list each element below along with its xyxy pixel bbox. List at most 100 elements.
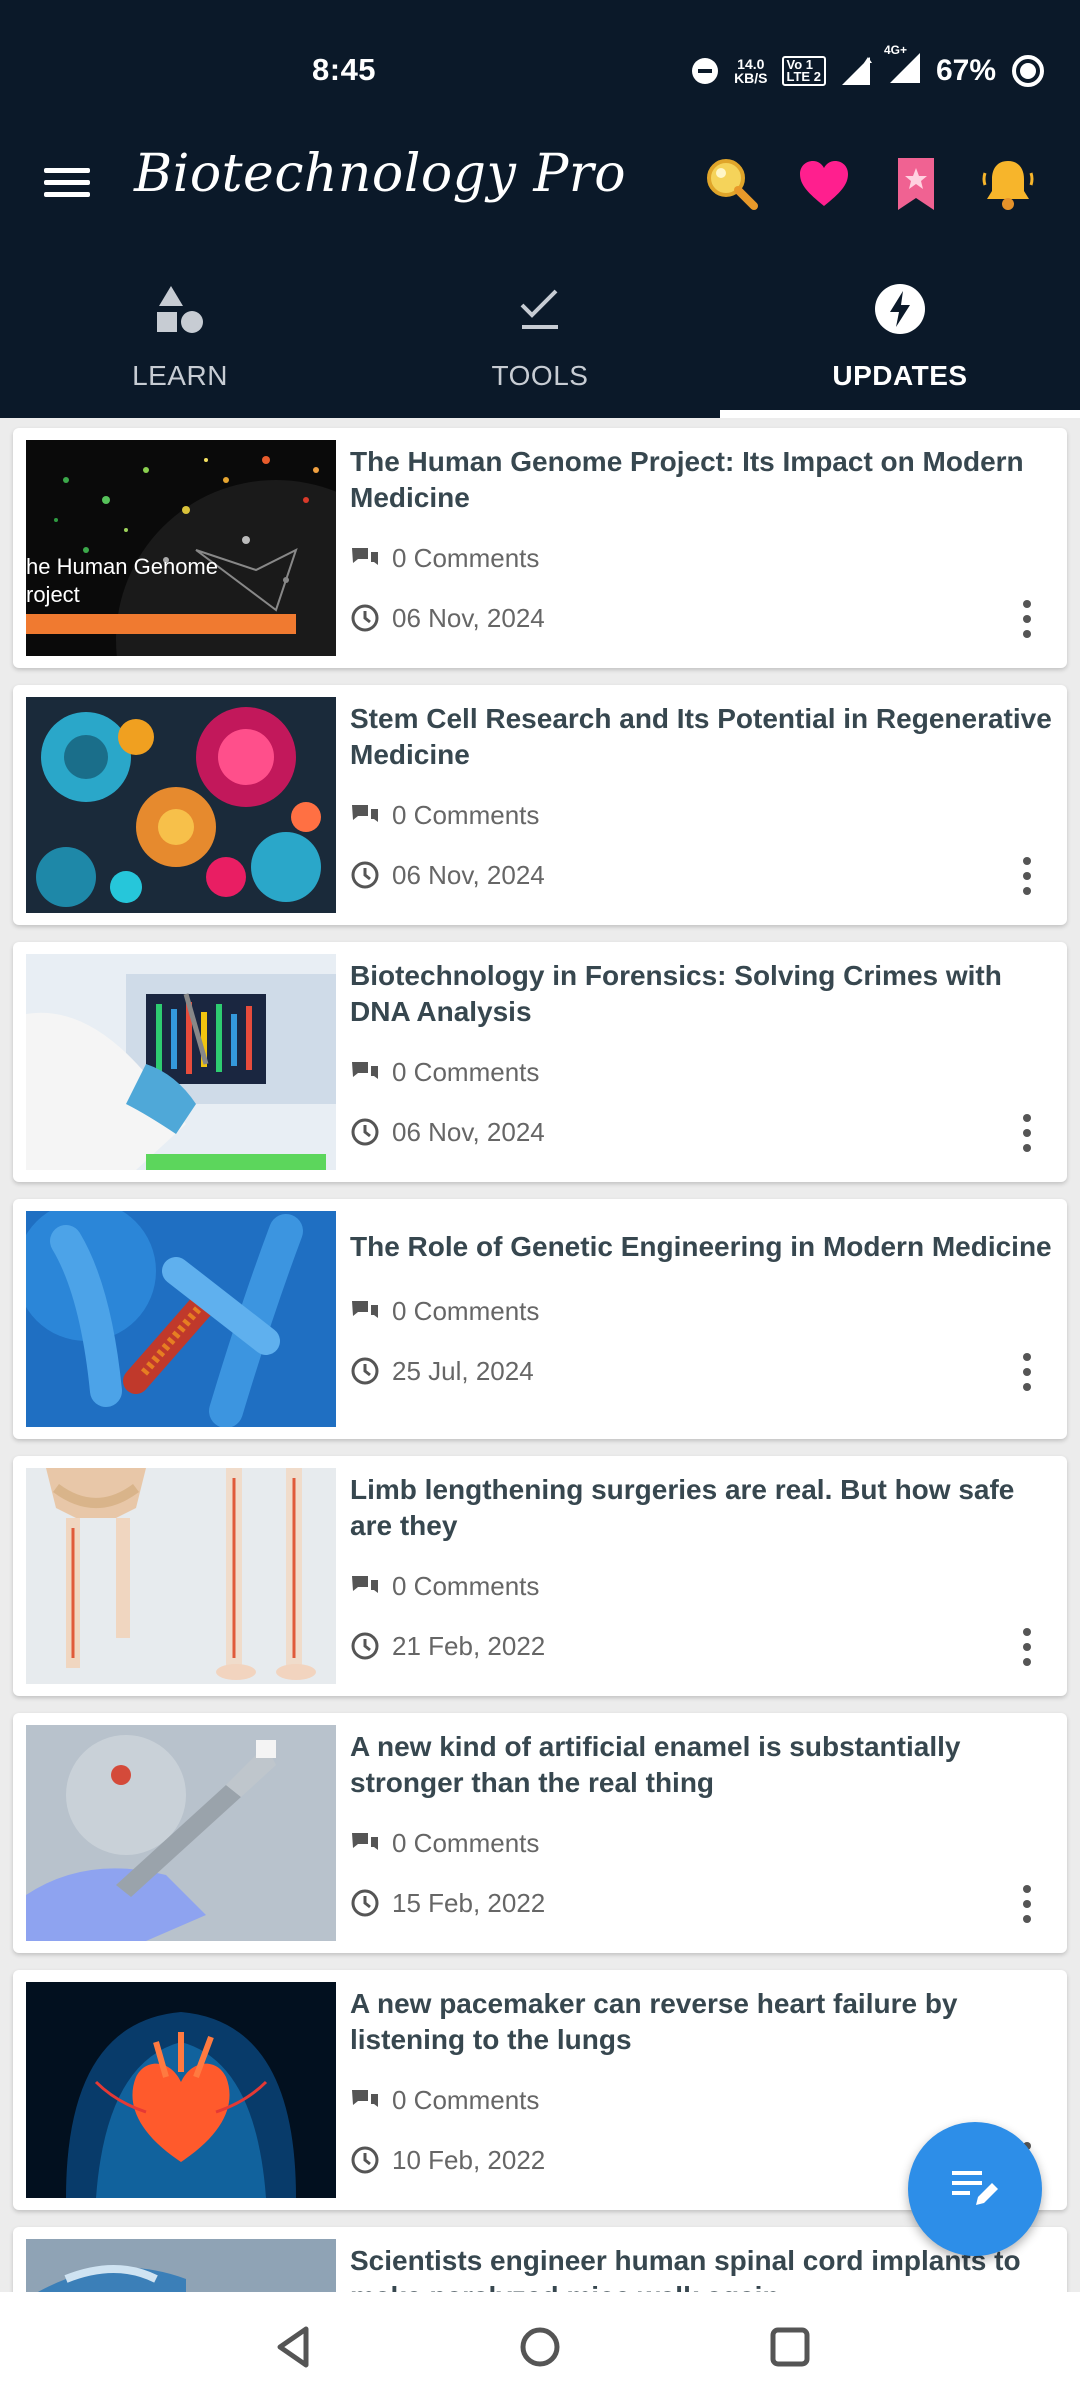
net-speed-unit: KB/S (734, 70, 768, 86)
comments-icon (352, 805, 378, 822)
article-comments: 0 Comments (350, 1293, 539, 1329)
battery-percent: 67% (935, 54, 996, 87)
tab-updates-icon-wrap (874, 278, 926, 340)
article-card[interactable]: A new kind of artificial enamel is subst… (13, 1713, 1067, 1953)
articles-feed[interactable]: he Human Genome roject The Human Genome … (0, 418, 1080, 2292)
article-date: 25 Jul, 2024 (350, 1353, 534, 1389)
article-card[interactable]: Scientists engineer human spinal cord im… (13, 2227, 1067, 2292)
article-card[interactable]: Biotechnology in Forensics: Solving Crim… (13, 942, 1067, 1182)
clock-icon (351, 604, 379, 632)
home-icon (520, 2327, 560, 2367)
menu-button[interactable] (40, 160, 94, 206)
net-speed-value: 14.0 (737, 56, 765, 72)
article-date: 06 Nov, 2024 (350, 600, 545, 636)
shapes-icon (157, 286, 203, 333)
more-options-button[interactable] (1009, 1349, 1045, 1395)
article-comments: 0 Comments (350, 1054, 539, 1090)
thumb-caption-2: roject (26, 582, 80, 607)
date-text: 21 Feb, 2022 (392, 1630, 546, 1661)
comments-count: 0 Comments (392, 2084, 540, 2115)
article-comments: 0 Comments (350, 540, 539, 576)
comments-icon (352, 1576, 378, 1593)
clock-icon (351, 1632, 379, 1660)
signal-2-icon (889, 52, 920, 83)
more-options-button[interactable] (1009, 1624, 1045, 1670)
system-nav-bar (0, 2292, 1080, 2400)
article-date: 21 Feb, 2022 (350, 1628, 545, 1664)
bell-icon (982, 161, 1034, 210)
date-text: 10 Feb, 2022 (392, 2144, 546, 2175)
stem-cell-thumbnail-image (26, 697, 336, 913)
limb-thumbnail-image (26, 1468, 336, 1684)
menu-bar-1 (44, 168, 90, 173)
article-title: Biotechnology in Forensics: Solving Crim… (350, 960, 1002, 1027)
comments-count: 0 Comments (392, 1056, 540, 1087)
tab-learn-icon-wrap (155, 278, 205, 340)
volte-badge: Vo 1 LTE 2 (781, 56, 826, 86)
article-title: The Human Genome Project: Its Impact on … (350, 446, 1024, 513)
search-button[interactable] (694, 146, 770, 222)
home-button[interactable] (500, 2312, 580, 2382)
comments-count: 0 Comments (392, 1570, 540, 1601)
more-options-button[interactable] (1009, 853, 1045, 899)
check-icon (520, 289, 558, 329)
article-thumbnail (26, 1468, 336, 1684)
spinal-thumbnail-image (26, 2239, 336, 2292)
status-icons: 14.0 KB/S Vo 1 LTE 2 4G+ 67% (690, 43, 1046, 94)
comments-icon (352, 548, 378, 565)
article-card[interactable]: Stem Cell Research and Its Potential in … (13, 685, 1067, 925)
network-type: 4G+ (883, 42, 907, 57)
comments-icon (352, 1301, 378, 1318)
bookmarks-button[interactable] (878, 146, 954, 222)
signal-icon (841, 57, 872, 85)
compose-fab[interactable] (908, 2122, 1042, 2256)
article-comments: 0 Comments (350, 797, 539, 833)
tab-bar: LEARN TOOLS UPDATES (0, 258, 1080, 418)
more-options-button[interactable] (1009, 1110, 1045, 1156)
tab-tools[interactable]: TOOLS (360, 258, 720, 418)
article-thumbnail: he Human Genome roject (26, 440, 336, 656)
clock-icon (351, 1357, 379, 1385)
app-screen: 8:45 14.0 KB/S Vo 1 LTE 2 4G+ 67% Biotec… (0, 0, 1080, 2400)
chromosome-thumbnail-image (26, 1211, 336, 1427)
back-button[interactable] (254, 2312, 334, 2382)
battery-ring-icon (1012, 55, 1044, 87)
thumb-caption-1: he Human Genome (26, 554, 218, 579)
date-text: 15 Feb, 2022 (392, 1887, 546, 1918)
more-options-button[interactable] (1009, 596, 1045, 642)
article-comments: 0 Comments (350, 2082, 539, 2118)
tab-learn[interactable]: LEARN (0, 258, 360, 418)
article-date: 15 Feb, 2022 (350, 1885, 545, 1921)
article-card[interactable]: he Human Genome roject The Human Genome … (13, 428, 1067, 668)
search-icon (707, 159, 758, 210)
tab-updates[interactable]: UPDATES (720, 258, 1080, 418)
favorites-button[interactable] (786, 146, 862, 222)
comments-count: 0 Comments (392, 799, 540, 830)
article-title: Stem Cell Research and Its Potential in … (350, 703, 1052, 770)
volte-bottom: LTE 2 (786, 69, 821, 84)
article-thumbnail (26, 2239, 336, 2292)
active-tab-indicator (720, 410, 1080, 418)
article-date: 10 Feb, 2022 (350, 2142, 545, 2178)
tab-learn-label: LEARN (132, 360, 228, 391)
notifications-button[interactable] (970, 146, 1046, 222)
date-text: 06 Nov, 2024 (392, 859, 545, 890)
article-card[interactable]: Limb lengthening surgeries are real. But… (13, 1456, 1067, 1696)
clock-icon (351, 1118, 379, 1146)
date-text: 06 Nov, 2024 (392, 1116, 545, 1147)
clock-icon (351, 1889, 379, 1917)
genome-thumbnail-image (26, 440, 336, 656)
net-speed: 14.0 KB/S (734, 57, 767, 85)
heart-icon (800, 161, 848, 206)
app-bar: Biotechnology Pro (0, 112, 1080, 258)
recents-button[interactable] (750, 2312, 830, 2382)
article-card[interactable]: The Role of Genetic Engineering in Moder… (13, 1199, 1067, 1439)
comments-count: 0 Comments (392, 1295, 540, 1326)
article-date: 06 Nov, 2024 (350, 1114, 545, 1150)
more-options-button[interactable] (1009, 1881, 1045, 1927)
article-title: A new kind of artificial enamel is subst… (350, 1731, 961, 1798)
article-comments: 0 Comments (350, 1825, 539, 1861)
edit-list-icon (952, 2171, 998, 2205)
back-icon (277, 2326, 309, 2368)
menu-bar-2 (44, 180, 90, 185)
